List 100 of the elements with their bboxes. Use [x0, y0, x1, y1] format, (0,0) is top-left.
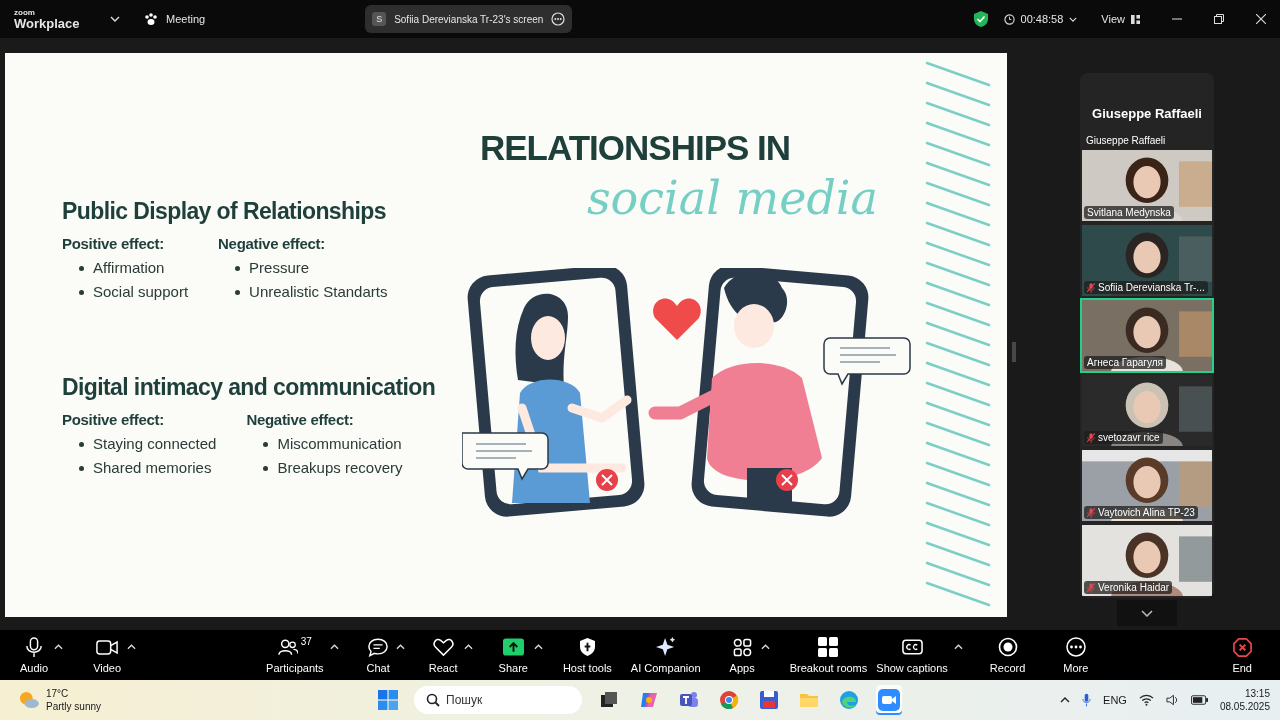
participant-name: Vaytovich Alina TP-23 — [1098, 507, 1195, 518]
microphone-icon[interactable] — [1082, 693, 1092, 707]
caret-up-icon[interactable] — [533, 644, 543, 650]
clock-time[interactable]: 13:15 — [1244, 687, 1270, 700]
chevron-down-icon[interactable] — [110, 16, 120, 22]
teams-icon — [679, 690, 699, 710]
bullet-text: Unrealistic Standarts — [249, 282, 388, 302]
toolbar-button[interactable]: Breakout rooms — [787, 636, 870, 674]
bullet-text: Breakups recovery — [277, 458, 403, 478]
windows-start-icon[interactable] — [378, 690, 398, 710]
caret-up-icon[interactable] — [463, 644, 473, 650]
toolbar-button[interactable]: Host tools — [560, 636, 614, 674]
chat-bubble-icon — [368, 637, 389, 657]
bullet-icon — [79, 289, 84, 295]
edge-icon — [839, 690, 859, 710]
toolbar-button[interactable]: Audio — [18, 636, 51, 674]
more-icon[interactable] — [551, 12, 566, 26]
participant-name: svetozavr rice — [1098, 432, 1160, 443]
caret-up-icon[interactable] — [953, 644, 963, 650]
battery-icon[interactable] — [1190, 695, 1208, 705]
shield-check-icon[interactable] — [973, 11, 988, 27]
close-icon[interactable] — [1256, 14, 1266, 24]
meeting-button[interactable]: Meeting — [144, 12, 206, 26]
chevron-up-icon[interactable] — [1060, 697, 1071, 703]
record-icon — [997, 637, 1018, 657]
muted-mic-icon — [1087, 582, 1095, 593]
toolbar-button[interactable]: React — [426, 636, 460, 674]
caret-up-icon[interactable] — [329, 644, 339, 650]
restore-icon[interactable] — [1214, 14, 1224, 24]
weather-text: Partly sunny — [46, 700, 102, 713]
heart-icon — [432, 637, 454, 657]
muted-mic-icon — [1087, 282, 1095, 293]
search-field[interactable]: Пошук — [414, 686, 582, 714]
toolbar-button[interactable]: Share — [496, 636, 530, 674]
participant-count: 37 — [300, 636, 312, 647]
effect-label: Negative effect: — [218, 235, 326, 252]
video-tile[interactable]: Sofiia Derevianska Tr-... — [1080, 223, 1214, 298]
toolbar-button[interactable]: More — [1061, 636, 1091, 674]
video-tile[interactable]: svetozavr rice — [1080, 373, 1214, 448]
timer-button[interactable]: 00:48:58 — [1003, 13, 1078, 25]
effect-label: Negative effect: — [246, 411, 355, 428]
microphone-icon — [25, 637, 44, 657]
temperature: 17°C — [46, 687, 70, 700]
bullet-text: Affirmation — [93, 258, 165, 278]
shield-icon — [579, 638, 595, 656]
bullet-icon — [235, 265, 241, 271]
toolbar-button[interactable]: End — [1230, 636, 1254, 674]
effect-label: Positive effect: — [62, 235, 165, 252]
bullet-icon — [263, 465, 269, 471]
toolbar-button[interactable]: 37 Participants — [264, 636, 326, 674]
chevron-down-icon — [1069, 16, 1078, 22]
effect-label: Positive effect: — [62, 411, 165, 428]
slide-heading: Public Display of Relationships — [62, 198, 387, 225]
bullet-icon — [79, 465, 84, 471]
resize-handle-icon[interactable] — [1012, 342, 1016, 362]
share-screen-icon — [502, 638, 524, 656]
bullet-text: Staying connected — [93, 434, 217, 454]
video-camera-icon — [878, 689, 900, 711]
timer-text: 00:48:58 — [1020, 13, 1064, 25]
language-indicator[interactable]: ENG — [1103, 694, 1127, 706]
slide-heading: Digital intimacy and communication — [62, 374, 437, 401]
muted-mic-icon — [1087, 432, 1095, 443]
bullet-icon — [79, 441, 84, 447]
caret-up-icon[interactable] — [395, 644, 405, 650]
toolbar-button[interactable]: Show captions — [874, 636, 950, 674]
toolbar-button[interactable]: Chat — [364, 636, 392, 674]
clock-date[interactable]: 08.05.2025 — [1219, 700, 1270, 713]
video-camera-icon — [96, 639, 119, 655]
caret-up-icon[interactable] — [127, 644, 137, 650]
logo-text: Workplace — [14, 16, 81, 30]
wifi-icon[interactable] — [1138, 694, 1154, 706]
apps-icon — [732, 637, 752, 657]
bullet-text: Social support — [93, 282, 189, 302]
speaker-icon[interactable] — [1165, 694, 1179, 706]
grid-icon — [1131, 14, 1140, 24]
slide-subtitle: social media — [587, 170, 879, 227]
chevron-down-icon — [1141, 609, 1153, 617]
video-tile[interactable]: Svitlana Medynska — [1080, 148, 1214, 223]
copilot-icon — [639, 690, 659, 710]
end-call-icon — [1232, 637, 1252, 657]
bullet-text: Pressure — [249, 258, 310, 278]
video-tile[interactable]: Агнеса Гарагуля — [1080, 298, 1214, 373]
avatar-initial: S — [372, 12, 387, 26]
four-squares-icon — [818, 637, 839, 657]
video-tile[interactable]: Vaytovich Alina TP-23 — [1080, 448, 1214, 523]
more-icon — [1065, 637, 1086, 657]
toolbar-button[interactable]: Record — [987, 636, 1028, 674]
bullet-icon — [263, 441, 269, 447]
clock-icon — [1003, 13, 1015, 25]
toolbar-button[interactable]: Apps — [727, 636, 757, 674]
caret-up-icon[interactable] — [760, 644, 770, 650]
video-tile[interactable]: Veronika Haidar — [1080, 523, 1214, 598]
view-button[interactable]: View — [1101, 13, 1140, 25]
caret-up-icon[interactable] — [54, 644, 64, 650]
screen-share-pill[interactable]: S Sofiia Derevianska Tr-23's screen — [365, 5, 573, 33]
bullet-text: Shared memories — [93, 458, 212, 478]
toolbar-button[interactable]: Video — [91, 636, 124, 674]
paw-icon — [144, 12, 158, 26]
pill-label: Sofiia Derevianska Tr-23's screen — [394, 13, 544, 25]
toolbar-button[interactable]: AI Companion — [628, 636, 703, 674]
